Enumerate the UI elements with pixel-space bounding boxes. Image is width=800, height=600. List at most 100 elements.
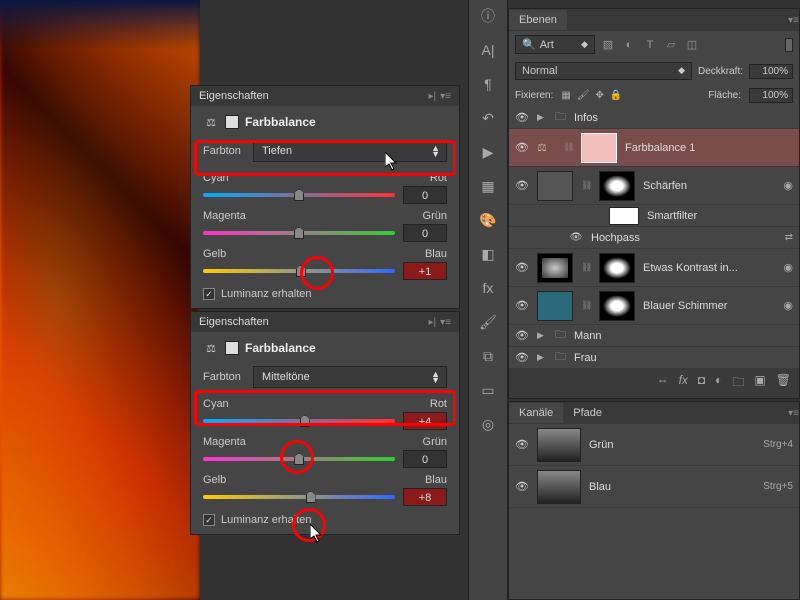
swatches-icon[interactable]: ▦ (478, 176, 498, 196)
add-mask-icon[interactable]: ◘ (698, 373, 705, 394)
smart-filter-toggle-icon[interactable]: ◉ (783, 179, 793, 192)
visibility-toggle[interactable]: 👁 (515, 261, 529, 274)
disclosure-icon[interactable]: ▶ (537, 352, 547, 363)
preserve-luminosity-checkbox[interactable]: ✓ (203, 288, 215, 300)
mask-icon[interactable] (225, 115, 239, 129)
slider-value-input[interactable]: +8 (403, 488, 447, 506)
visibility-toggle[interactable]: 👁 (515, 111, 529, 124)
slider-thumb[interactable] (300, 415, 310, 427)
preserve-luminosity-checkbox[interactable]: ✓ (203, 514, 215, 526)
collapse-icon[interactable]: ▸| (429, 317, 437, 328)
layer-row[interactable]: 👁 ⛓ Etwas Kontrast in... ◉ (509, 249, 799, 287)
new-group-icon[interactable]: 🗀 (732, 373, 744, 394)
slider-value-input[interactable]: 0 (403, 224, 447, 242)
delete-layer-icon[interactable]: 🗑 (776, 373, 791, 394)
fill-input[interactable]: 100% (749, 88, 793, 103)
layer-name[interactable]: Schärfen (643, 180, 775, 192)
layer-thumb[interactable] (537, 291, 573, 321)
slider-track[interactable] (203, 193, 395, 197)
clone-icon[interactable]: ⧉ (478, 346, 498, 366)
slider-track[interactable] (203, 269, 395, 273)
paragraph-icon[interactable]: ¶ (478, 74, 498, 94)
history-icon[interactable]: ↶ (478, 108, 498, 128)
disclosure-icon[interactable]: ▶ (537, 112, 547, 123)
tab-paths[interactable]: Pfade (563, 403, 612, 423)
layer-name[interactable]: Farbbalance 1 (625, 142, 793, 154)
layer-name[interactable]: Frau (574, 352, 793, 364)
opacity-input[interactable]: 100% (749, 64, 793, 79)
lock-position-icon[interactable]: ✥ (596, 90, 604, 101)
panel-menu-icon[interactable]: ▾≡ (440, 317, 451, 328)
slider-value-input[interactable]: 0 (403, 186, 447, 204)
visibility-toggle[interactable]: 👁 (515, 179, 529, 192)
layer-mask-thumb[interactable] (599, 171, 635, 201)
navigator-icon[interactable]: ◎ (478, 414, 498, 434)
layer-row[interactable]: 👁 ▶ 🗀 Mann (509, 325, 799, 347)
layer-name[interactable]: Mann (574, 330, 793, 342)
tone-dropdown[interactable]: Tiefen ▲▼ (253, 140, 447, 162)
layer-fx-icon[interactable]: fx (679, 373, 688, 394)
new-layer-icon[interactable]: ▣ (754, 373, 765, 394)
slider-value-input[interactable]: +1 (403, 262, 447, 280)
layer-row[interactable]: 👁 ▶ 🗀 Frau (509, 347, 799, 369)
layer-mask-thumb[interactable] (599, 291, 635, 321)
slider-thumb[interactable] (296, 265, 306, 277)
visibility-toggle[interactable]: 👁 (569, 232, 583, 243)
channel-row[interactable]: 👁 Blau Strg+5 (509, 466, 799, 508)
info-icon[interactable]: ⓘ (478, 6, 498, 26)
panel-header[interactable]: Eigenschaften ▸| ▾≡ (191, 312, 459, 332)
panel-menu-icon[interactable]: ▾≡ (788, 408, 799, 419)
tool-presets-icon[interactable]: ▭ (478, 380, 498, 400)
tab-layers[interactable]: Ebenen (509, 10, 567, 30)
slider-thumb[interactable] (306, 491, 316, 503)
slider-track[interactable] (203, 231, 395, 235)
layer-name[interactable]: Hochpass (591, 232, 777, 244)
new-adjustment-icon[interactable]: ◐ (715, 373, 722, 394)
blend-mode-select[interactable]: Normal ◆ (515, 62, 692, 80)
slider-track[interactable] (203, 419, 395, 423)
tab-channels[interactable]: Kanäle (509, 403, 563, 423)
layer-row[interactable]: 👁 ⛓ Schärfen ◉ (509, 167, 799, 205)
filter-toggle-switch[interactable] (785, 38, 793, 52)
adjustments-icon[interactable]: ◧ (478, 244, 498, 264)
layer-row[interactable]: 👁 ⛓ Blauer Schimmer ◉ (509, 287, 799, 325)
layer-name[interactable]: Blauer Schimmer (643, 300, 775, 312)
brushes-icon[interactable]: 🖌 (478, 312, 498, 332)
collapse-icon[interactable]: ▸| (429, 91, 437, 102)
lock-transparency-icon[interactable]: ▦ (561, 90, 570, 101)
filter-blend-icon[interactable]: ⇄ (785, 232, 793, 243)
layer-mask-thumb[interactable] (599, 253, 635, 283)
layer-filter-type[interactable]: 🔍 Art ◆ (515, 35, 595, 54)
slider-value-input[interactable]: +4 (403, 412, 447, 430)
slider-value-input[interactable]: 0 (403, 450, 447, 468)
document-canvas[interactable] (0, 0, 200, 600)
layer-thumb[interactable] (537, 253, 573, 283)
styles-icon[interactable]: fx (478, 278, 498, 298)
layer-row[interactable]: 👁 Hochpass ⇄ (509, 227, 799, 249)
filter-smart-icon[interactable]: ◫ (685, 38, 699, 52)
link-layers-icon[interactable]: ⇔ (657, 373, 669, 394)
panel-menu-icon[interactable]: ▾≡ (788, 15, 799, 26)
layer-row[interactable]: Smartfilter (509, 205, 799, 227)
filter-pixel-icon[interactable]: ▧ (601, 38, 615, 52)
actions-icon[interactable]: ▶ (478, 142, 498, 162)
slider-track[interactable] (203, 495, 395, 499)
smart-filter-toggle-icon[interactable]: ◉ (783, 261, 793, 274)
panel-menu-icon[interactable]: ▾≡ (440, 91, 451, 102)
filter-mask-thumb[interactable] (609, 207, 639, 225)
visibility-toggle[interactable]: 👁 (515, 299, 529, 312)
visibility-toggle[interactable]: 👁 (515, 329, 529, 342)
visibility-toggle[interactable]: 👁 (515, 351, 529, 364)
visibility-toggle[interactable]: 👁 (515, 480, 529, 493)
mask-icon[interactable] (225, 341, 239, 355)
tone-dropdown[interactable]: Mitteltöne ▲▼ (253, 366, 447, 388)
color-icon[interactable]: 🎨 (478, 210, 498, 230)
layer-row[interactable]: 👁 ⚖ ⛓ Farbbalance 1 (509, 129, 799, 167)
lock-all-icon[interactable]: 🔒 (610, 90, 622, 101)
slider-thumb[interactable] (294, 453, 304, 465)
layer-thumb[interactable] (537, 171, 573, 201)
slider-thumb[interactable] (294, 227, 304, 239)
layer-mask-thumb[interactable] (581, 133, 617, 163)
lock-pixels-icon[interactable]: 🖌 (577, 90, 590, 101)
filter-type-icon[interactable]: T (643, 38, 657, 52)
